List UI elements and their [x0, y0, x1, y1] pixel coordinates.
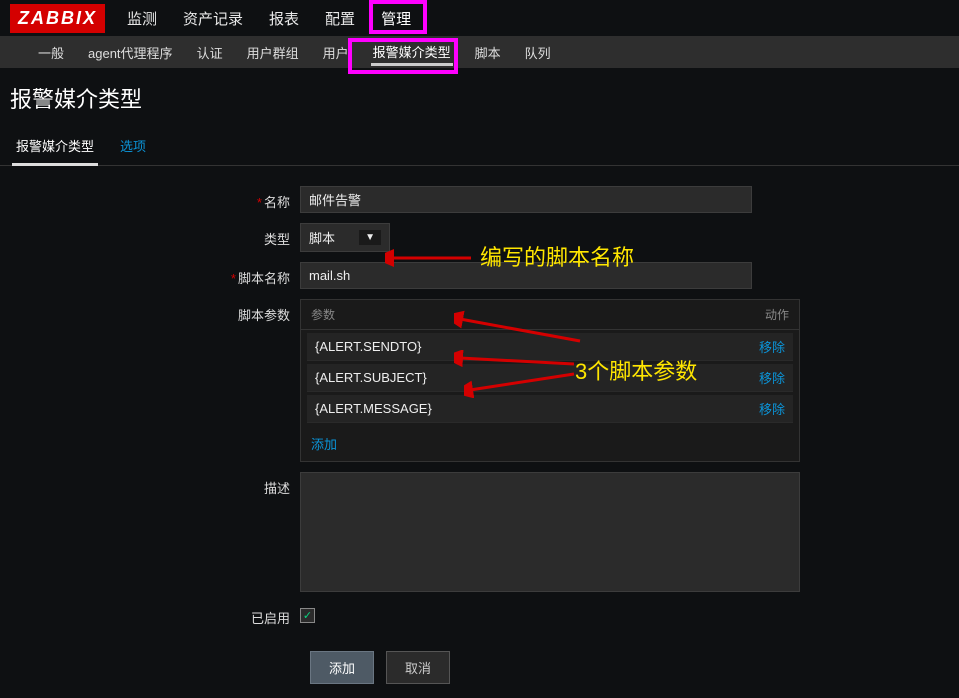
topnav-inventory[interactable]: 资产记录	[179, 2, 247, 35]
form-tabs: 报警媒介类型 选项	[0, 128, 959, 166]
add-param-link[interactable]: 添加	[301, 426, 347, 461]
page-title: 报警媒介类型	[0, 68, 959, 128]
subnav-agent[interactable]: agent代理程序	[86, 39, 175, 66]
params-table: 参数 动作 移除 移除 移除 添加	[300, 299, 800, 462]
subnav-mediatype[interactable]: 报警媒介类型	[371, 38, 453, 66]
type-select-value: 脚本	[309, 228, 335, 247]
subnav-auth[interactable]: 认证	[195, 39, 225, 66]
cancel-button[interactable]: 取消	[386, 651, 450, 684]
param-input-2[interactable]	[315, 401, 751, 416]
subnav-usergroup[interactable]: 用户群组	[245, 39, 301, 66]
subnav-queue[interactable]: 队列	[523, 39, 553, 66]
tab-options[interactable]: 选项	[116, 128, 150, 165]
name-input[interactable]	[300, 186, 752, 213]
enabled-checkbox[interactable]: ✓	[300, 608, 315, 623]
remove-param-2[interactable]: 移除	[759, 399, 785, 418]
param-input-1[interactable]	[315, 370, 751, 385]
name-label: *名称	[0, 186, 300, 211]
param-row: 移除	[307, 364, 793, 392]
params-label: 脚本参数	[0, 299, 300, 324]
enabled-label: 已启用	[0, 602, 300, 627]
script-name-label: *脚本名称	[0, 262, 300, 287]
params-header-action: 动作	[749, 306, 789, 323]
remove-param-0[interactable]: 移除	[759, 337, 785, 356]
sub-nav: 一般 agent代理程序 认证 用户群组 用户 报警媒介类型 脚本 队列	[0, 36, 959, 68]
param-row: 移除	[307, 395, 793, 423]
param-row: 移除	[307, 333, 793, 361]
topnav-reports[interactable]: 报表	[265, 2, 303, 35]
params-header-param: 参数	[311, 306, 749, 323]
subnav-user[interactable]: 用户	[321, 39, 351, 66]
desc-textarea[interactable]	[300, 472, 800, 592]
topnav-monitor[interactable]: 监测	[123, 2, 161, 35]
tab-mediatype[interactable]: 报警媒介类型	[12, 128, 98, 166]
subnav-script[interactable]: 脚本	[473, 39, 503, 66]
type-label: 类型	[0, 223, 300, 248]
param-input-0[interactable]	[315, 339, 751, 354]
chevron-down-icon: ▼	[359, 230, 381, 245]
logo: ZABBIX	[10, 4, 105, 33]
script-name-input[interactable]	[300, 262, 752, 289]
type-select[interactable]: 脚本 ▼	[300, 223, 390, 252]
remove-param-1[interactable]: 移除	[759, 368, 785, 387]
desc-label: 描述	[0, 472, 300, 497]
top-nav: ZABBIX 监测 资产记录 报表 配置 管理	[0, 0, 959, 36]
topnav-config[interactable]: 配置	[321, 2, 359, 35]
mediatype-form: *名称 类型 脚本 ▼ *脚本名称 脚本参数 参数 动作 移除 移除	[0, 166, 959, 698]
subnav-general[interactable]: 一般	[36, 39, 66, 66]
submit-button[interactable]: 添加	[310, 651, 374, 684]
topnav-admin[interactable]: 管理	[377, 2, 415, 35]
